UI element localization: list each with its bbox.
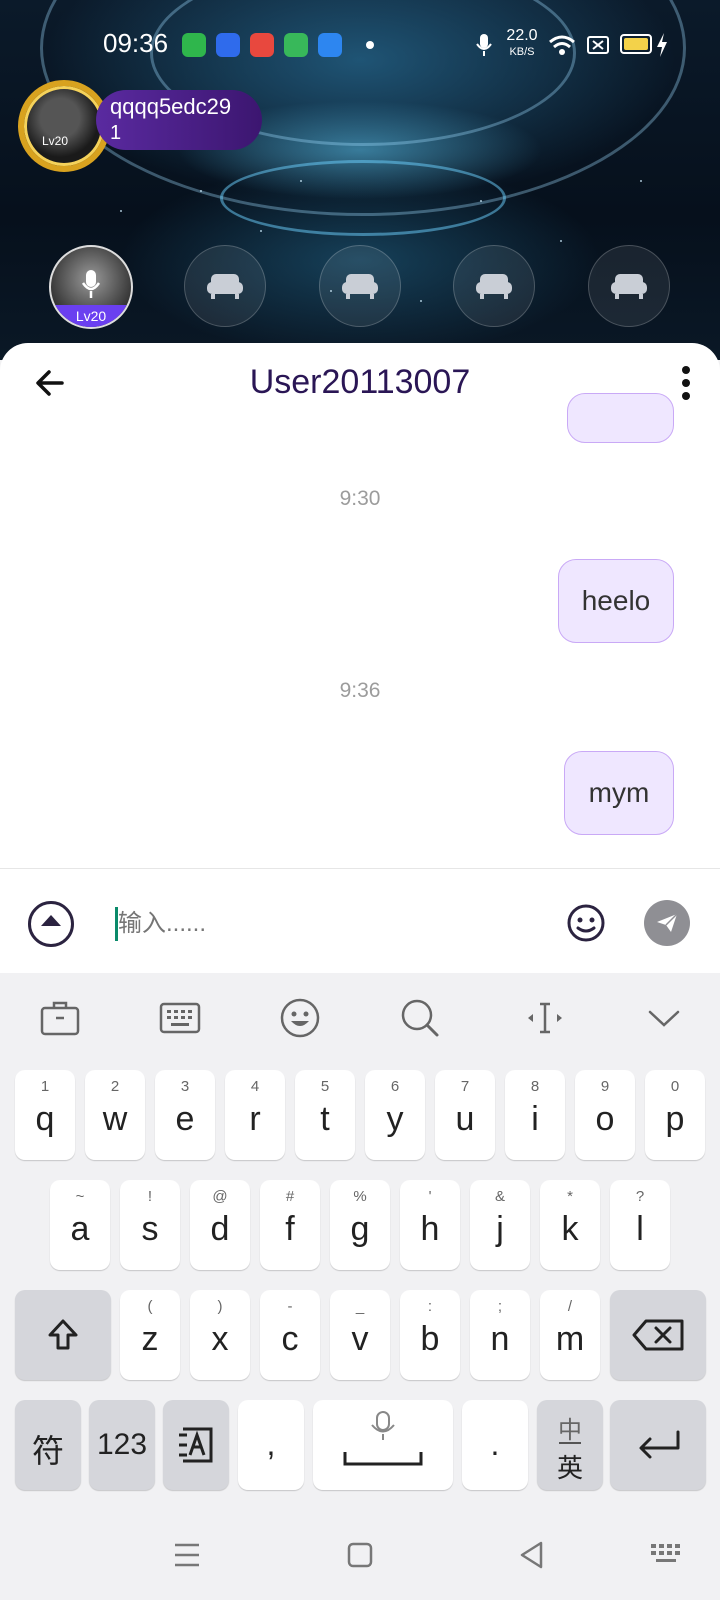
menu-icon[interactable] (170, 1538, 204, 1572)
send-button[interactable] (644, 900, 690, 946)
message-timestamp: 9:30 (339, 487, 381, 510)
message-timestamp: 9:36 (339, 679, 381, 702)
mic-icon (371, 1411, 395, 1440)
backspace-key[interactable] (610, 1290, 706, 1380)
keyboard-hide-icon[interactable] (648, 1538, 684, 1572)
status-bar: 09:36 22.0 KB/S (0, 0, 720, 90)
sim-icon (587, 36, 609, 54)
status-time: 09:36 (103, 28, 169, 58)
net-speed-value: 22.0 (506, 27, 538, 44)
host-name: qqqq5edc29 (110, 94, 232, 119)
key-m[interactable]: / m (540, 1290, 600, 1380)
private-chat-panel: User20113007 9:30 heelo 9:36 mym (0, 343, 720, 973)
battery-icon (620, 34, 652, 54)
seat-5-empty[interactable] (588, 245, 670, 327)
language-switch-key[interactable]: 中 英 (537, 1400, 603, 1490)
mic-icon (81, 270, 101, 298)
key-v[interactable]: _ v (330, 1290, 390, 1380)
keyboard-icon[interactable] (158, 996, 202, 1040)
seat-level-badge: Lv20 (51, 305, 131, 327)
shift-key[interactable] (15, 1290, 111, 1380)
key-y[interactable]: 6y (365, 1070, 425, 1160)
key-t[interactable]: 5t (295, 1070, 355, 1160)
shift-icon (48, 1319, 78, 1350)
space-bar-icon (343, 1452, 423, 1466)
enter-key[interactable] (610, 1400, 706, 1490)
message-bubble-outgoing[interactable]: heelo (558, 559, 674, 643)
home-icon[interactable] (343, 1538, 377, 1572)
message-bubble-partial (567, 393, 674, 443)
key-p[interactable]: 0p (645, 1070, 705, 1160)
key-w[interactable]: 2w (85, 1070, 145, 1160)
dot-icon (366, 41, 374, 49)
host-level-badge: Lv20 (42, 134, 69, 148)
comma-key[interactable]: , (238, 1400, 304, 1490)
period-key[interactable]: . (462, 1400, 528, 1490)
key-h[interactable]: ' h (400, 1180, 460, 1270)
text-caret (115, 907, 118, 941)
seat-1-occupied[interactable]: Lv20 (49, 245, 133, 329)
seat-4-empty[interactable] (453, 245, 535, 327)
key-g[interactable]: % g (330, 1180, 390, 1270)
paw-app-icon (216, 33, 240, 57)
key-q[interactable]: 1q (15, 1070, 75, 1160)
seat-2-empty[interactable] (184, 245, 266, 327)
q-app-icon (318, 33, 342, 57)
music-app-icon (250, 33, 274, 57)
enter-icon (639, 1430, 680, 1459)
sofa-icon (342, 274, 378, 299)
system-nav-bar (0, 1510, 720, 1600)
grid-app-icon (284, 33, 308, 57)
emoji-icon[interactable] (566, 903, 606, 943)
more-options-icon[interactable] (678, 365, 694, 401)
seat-3-empty[interactable] (319, 245, 401, 327)
key-n[interactable]: ; n (470, 1290, 530, 1380)
key-o[interactable]: 9o (575, 1070, 635, 1160)
numbers-key[interactable]: 123 (89, 1400, 155, 1490)
key-u[interactable]: 7u (435, 1070, 495, 1160)
key-k[interactable]: * k (540, 1180, 600, 1270)
ring-decoration (220, 160, 506, 236)
key-b[interactable]: :b (400, 1290, 460, 1380)
key-i[interactable]: 8i (505, 1070, 565, 1160)
charging-icon (657, 33, 667, 57)
sofa-icon (207, 274, 243, 299)
host-audience-count: 1 (110, 122, 122, 144)
back-icon[interactable] (515, 1538, 549, 1572)
sofa-icon (476, 274, 512, 299)
expand-more-button[interactable] (28, 901, 74, 947)
key-j[interactable]: & j (470, 1180, 530, 1270)
backspace-icon (632, 1319, 684, 1351)
key-c[interactable]: -c (260, 1290, 320, 1380)
key-z[interactable]: (z (120, 1290, 180, 1380)
key-x[interactable]: ) x (190, 1290, 250, 1380)
text-box-icon (179, 1427, 213, 1463)
key-f[interactable]: # f (260, 1180, 320, 1270)
wifi-icon (549, 35, 575, 55)
key-l[interactable]: ? l (610, 1180, 670, 1270)
key-s[interactable]: ! s (120, 1180, 180, 1270)
cursor-icon[interactable] (523, 996, 567, 1040)
net-speed-unit: KB/S (509, 46, 535, 58)
host-info-pill[interactable]: qqqq5edc29 1 (96, 90, 262, 150)
key-e[interactable]: 3e (155, 1070, 215, 1160)
mic-icon (476, 34, 492, 56)
symbols-key[interactable]: 符 (15, 1400, 81, 1490)
message-bubble-outgoing[interactable]: mym (564, 751, 674, 835)
send-icon (657, 913, 678, 932)
collapse-icon[interactable] (642, 996, 686, 1040)
briefcase-icon[interactable] (38, 996, 82, 1040)
emoji-icon[interactable] (278, 996, 322, 1040)
shield-app-icon (182, 33, 206, 57)
key-r[interactable]: 4r (225, 1070, 285, 1160)
message-input-bar (0, 868, 720, 973)
search-icon[interactable] (398, 996, 442, 1040)
sofa-icon (611, 274, 647, 299)
message-input[interactable] (116, 901, 540, 947)
text-mode-key[interactable] (163, 1400, 229, 1490)
soft-keyboard: 1q 2w 3e 4r 5t 6y 7u 8i 9o 0p ~ a ! s @ d #… (0, 973, 720, 1600)
space-key[interactable] (313, 1400, 453, 1490)
key-a[interactable]: ~ a (50, 1180, 110, 1270)
key-d[interactable]: @ d (190, 1180, 250, 1270)
